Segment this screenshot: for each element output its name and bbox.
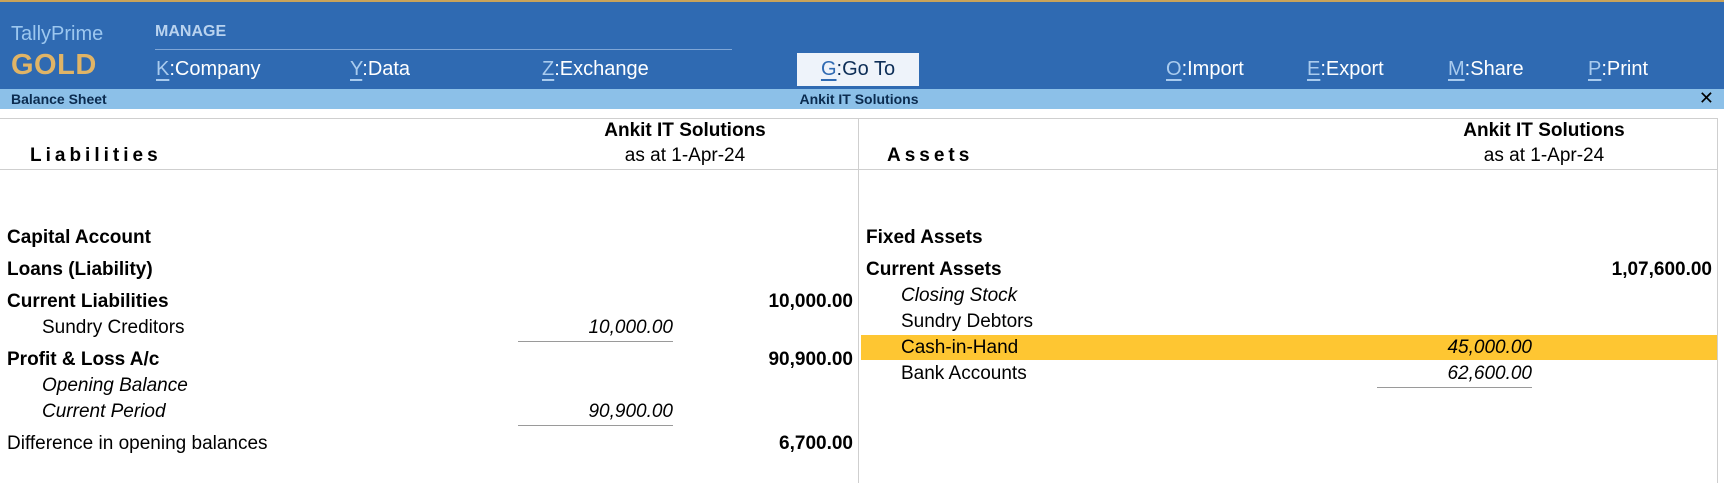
header-top-rule [0,118,1718,119]
ledger-group-current-assets[interactable]: Current Assets [866,259,1002,281]
liabilities-company: Ankit IT Solutions [604,120,766,141]
top-menu-bar: TallyPrime GOLD MANAGE K:Company Y:Data … [0,2,1724,89]
menu-share[interactable]: M:Share [1448,58,1524,81]
menu-data[interactable]: Y:Data [350,58,410,81]
menu-export[interactable]: E:Export [1307,58,1384,81]
ledger-closing-stock[interactable]: Closing Stock [901,285,1017,307]
ledger-group-profit-loss[interactable]: Profit & Loss A/c [7,349,159,371]
liabilities-heading: Liabilities [30,145,162,166]
ledger-group-loans-liability[interactable]: Loans (Liability) [7,259,153,281]
subtotal-underline [518,425,673,426]
ledger-current-period[interactable]: Current Period [42,401,166,423]
assets-as-at: as at 1-Apr-24 [1483,145,1605,166]
product-name: TallyPrime [11,23,104,45]
liabilities-as-at: as at 1-Apr-24 [624,145,746,166]
menu-go-to[interactable]: G: Go To [797,53,919,86]
ledger-group-current-liabilities[interactable]: Current Liabilities [7,291,169,313]
report-title-bar: Balance Sheet Ankit IT Solutions ✕ [0,88,1724,109]
ledger-sundry-debtors[interactable]: Sundry Debtors [901,311,1033,333]
header-bottom-rule [0,169,1718,170]
company-name: Ankit IT Solutions [799,91,919,107]
assets-company: Ankit IT Solutions [1463,120,1625,141]
ledger-group-fixed-assets[interactable]: Fixed Assets [866,227,983,249]
ledger-group-capital-account[interactable]: Capital Account [7,227,151,249]
menu-import[interactable]: O:Import [1166,58,1244,81]
subtotal-underline [518,341,673,342]
menu-exchange[interactable]: Z:Exchange [542,58,649,81]
right-border [1717,118,1718,483]
manage-divider [155,49,732,50]
column-divider [858,118,859,483]
bank-accounts-amount: 62,600.00 [1447,363,1532,384]
profit-loss-total: 90,900.00 [768,349,853,370]
menu-print[interactable]: P:Print [1588,58,1648,81]
ledger-bank-accounts[interactable]: Bank Accounts [901,363,1027,385]
ledger-cash-in-hand[interactable]: Cash-in-Hand [901,337,1018,359]
sundry-creditors-amount: 10,000.00 [588,317,673,338]
cash-in-hand-amount: 45,000.00 [1447,337,1532,358]
current-period-amount: 90,900.00 [588,401,673,422]
difference-opening-balances-total: 6,700.00 [779,433,853,454]
current-assets-total: 1,07,600.00 [1611,259,1712,280]
menu-company[interactable]: K:Company [156,58,261,81]
manage-section-label: MANAGE [155,23,227,40]
ledger-sundry-creditors[interactable]: Sundry Creditors [42,317,185,339]
ledger-opening-balance[interactable]: Opening Balance [42,375,188,397]
subtotal-underline [1377,387,1532,388]
close-icon[interactable]: ✕ [1699,88,1714,109]
current-liabilities-total: 10,000.00 [768,291,853,312]
difference-opening-balances[interactable]: Difference in opening balances [7,433,268,455]
assets-heading: Assets [887,145,974,166]
edition-badge: GOLD [11,49,97,81]
